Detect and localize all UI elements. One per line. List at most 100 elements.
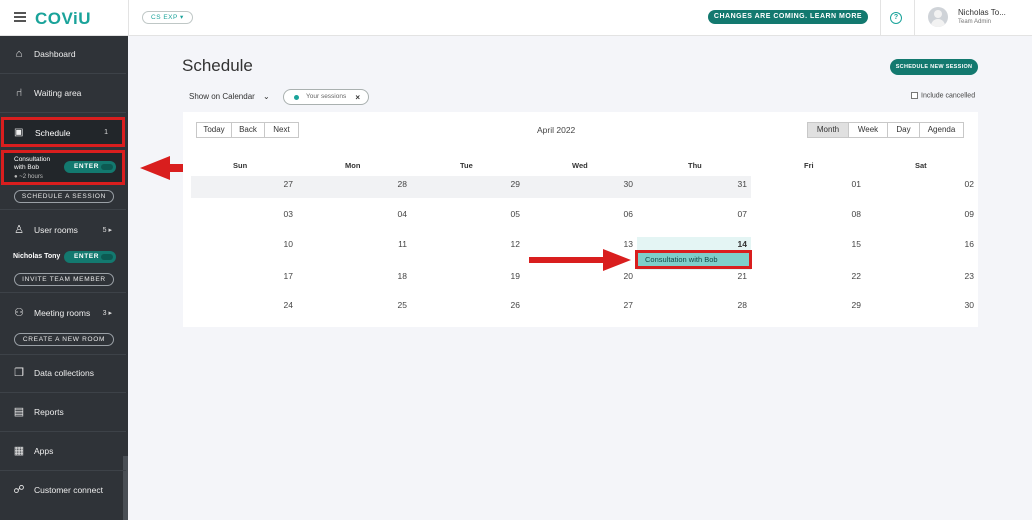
calendar-day[interactable]: 07 bbox=[727, 209, 747, 219]
sidebar-item-label: Schedule bbox=[35, 128, 71, 138]
calendar-day[interactable]: 23 bbox=[954, 271, 974, 281]
changes-coming-button[interactable]: CHANGES ARE COMING. LEARN MORE bbox=[708, 10, 868, 24]
weekday-header: Wed bbox=[572, 161, 588, 170]
calendar-day[interactable]: 01 bbox=[841, 179, 861, 189]
weekday-header: Mon bbox=[345, 161, 361, 170]
calendar-day[interactable]: 08 bbox=[841, 209, 861, 219]
create-room-button[interactable]: CREATE A NEW ROOM bbox=[14, 333, 114, 346]
month-label: April 2022 bbox=[537, 125, 576, 135]
calendar-day[interactable]: 14 bbox=[727, 239, 747, 249]
enter-room-button[interactable]: ENTER bbox=[64, 251, 116, 263]
close-icon[interactable]: × bbox=[355, 93, 360, 102]
sidebar-item-reports[interactable]: ▤ Reports bbox=[0, 394, 126, 432]
weekday-header: Thu bbox=[688, 161, 702, 170]
divider bbox=[880, 0, 881, 36]
weekday-header: Tue bbox=[460, 161, 473, 170]
calendar-day[interactable]: 24 bbox=[273, 300, 293, 310]
environment-selector[interactable]: CS EXP ▾ bbox=[142, 11, 193, 24]
calendar-day[interactable]: 30 bbox=[954, 300, 974, 310]
sidebar-item-label: Meeting rooms bbox=[34, 308, 91, 318]
schedule-session-button[interactable]: SCHEDULE A SESSION bbox=[14, 190, 114, 203]
calendar-day[interactable]: 19 bbox=[500, 271, 520, 281]
annotation-arrow-right bbox=[529, 249, 631, 271]
week-view-button[interactable]: Week bbox=[848, 122, 888, 138]
calendar-day[interactable]: 29 bbox=[500, 179, 520, 189]
avatar[interactable] bbox=[928, 7, 948, 27]
sidebar-item-data-collections[interactable]: ❐ Data collections bbox=[0, 355, 126, 393]
calendar-event[interactable]: Consultation with Bob bbox=[635, 250, 752, 269]
schedule-new-session-button[interactable]: SCHEDULE NEW SESSION bbox=[890, 59, 978, 75]
session-time: ● ~2 hours bbox=[14, 174, 43, 180]
calendar-day[interactable]: 15 bbox=[841, 239, 861, 249]
next-button[interactable]: Next bbox=[264, 122, 299, 138]
invite-team-member-button[interactable]: INVITE TEAM MEMBER bbox=[14, 273, 114, 286]
calendar-day[interactable]: 26 bbox=[500, 300, 520, 310]
calendar-day[interactable]: 18 bbox=[387, 271, 407, 281]
help-icon[interactable]: ? bbox=[890, 12, 902, 24]
home-icon: ⌂ bbox=[15, 48, 23, 60]
divider bbox=[128, 0, 129, 36]
team-member-name: Nicholas Tony bbox=[13, 253, 61, 260]
calendar-day[interactable]: 28 bbox=[387, 179, 407, 189]
count-badge: 3 ▸ bbox=[102, 310, 112, 317]
session-title: Consultation with Bob bbox=[14, 156, 51, 171]
back-button[interactable]: Back bbox=[231, 122, 265, 138]
sidebar-item-label: Dashboard bbox=[34, 49, 76, 59]
calendar-day[interactable]: 29 bbox=[841, 300, 861, 310]
sidebar-item-label: Apps bbox=[34, 446, 54, 456]
calendar-day[interactable]: 22 bbox=[841, 271, 861, 281]
calendar-day[interactable]: 11 bbox=[387, 239, 407, 249]
your-sessions-filter[interactable]: Your sessions × bbox=[283, 89, 369, 105]
sidebar-item-schedule[interactable]: ▣ Schedule 1 bbox=[1, 117, 125, 147]
sidebar-item-user-rooms[interactable]: ♙ User rooms 5 ▸ bbox=[0, 212, 126, 250]
calendar-day[interactable]: 27 bbox=[613, 300, 633, 310]
calendar-view-buttons: Month Week Day Agenda bbox=[807, 122, 964, 138]
calendar-day[interactable]: 04 bbox=[387, 209, 407, 219]
chevron-down-icon[interactable]: ⌄ bbox=[263, 92, 270, 101]
calendar-day[interactable]: 21 bbox=[727, 271, 747, 281]
calendar-day[interactable]: 27 bbox=[273, 179, 293, 189]
today-button[interactable]: Today bbox=[196, 122, 232, 138]
divider bbox=[0, 209, 126, 210]
calendar-day[interactable]: 25 bbox=[387, 300, 407, 310]
count-badge: 5 ▸ bbox=[102, 227, 112, 234]
report-icon: ▤ bbox=[13, 406, 25, 418]
sidebar-item-label: Reports bbox=[34, 407, 64, 417]
toggle-icon bbox=[101, 254, 113, 260]
calendar-day[interactable]: 30 bbox=[613, 179, 633, 189]
calendar-day[interactable]: 28 bbox=[727, 300, 747, 310]
include-cancelled-checkbox[interactable]: Include cancelled bbox=[911, 92, 975, 99]
sidebar: ⌂ Dashboard ⑁ Waiting area ▣ Schedule 1 … bbox=[0, 36, 128, 520]
sidebar-item-meeting-rooms[interactable]: ⚇ Meeting rooms 3 ▸ bbox=[0, 295, 126, 333]
month-view-button[interactable]: Month bbox=[807, 122, 849, 138]
calendar-day[interactable]: 17 bbox=[273, 271, 293, 281]
calendar-day[interactable]: 31 bbox=[727, 179, 747, 189]
calendar-day[interactable]: 16 bbox=[954, 239, 974, 249]
apps-icon: ▦ bbox=[13, 445, 25, 457]
checkbox[interactable] bbox=[911, 92, 918, 99]
user-name[interactable]: Nicholas To... bbox=[958, 8, 1006, 17]
sidebar-item-apps[interactable]: ▦ Apps bbox=[0, 433, 126, 471]
show-on-calendar-dropdown[interactable]: Show on Calendar bbox=[189, 92, 255, 101]
calendar-day[interactable]: 12 bbox=[500, 239, 520, 249]
agenda-view-button[interactable]: Agenda bbox=[919, 122, 964, 138]
sidebar-item-label: Customer connect bbox=[34, 485, 103, 495]
calendar-day[interactable]: 03 bbox=[273, 209, 293, 219]
sidebar-item-dashboard[interactable]: ⌂ Dashboard bbox=[0, 36, 126, 74]
calendar-day[interactable]: 13 bbox=[613, 239, 633, 249]
calendar-day[interactable]: 09 bbox=[954, 209, 974, 219]
divider bbox=[0, 292, 126, 293]
logo[interactable]: COViU bbox=[35, 9, 91, 29]
calendar-day[interactable]: 06 bbox=[613, 209, 633, 219]
menu-icon[interactable] bbox=[14, 12, 26, 22]
calendar-day[interactable]: 02 bbox=[954, 179, 974, 189]
calendar-day[interactable]: 05 bbox=[500, 209, 520, 219]
day-view-button[interactable]: Day bbox=[887, 122, 920, 138]
enter-session-button[interactable]: ENTER bbox=[64, 161, 116, 173]
sidebar-item-label: Waiting area bbox=[34, 88, 82, 98]
top-bar: COViU CS EXP ▾ CHANGES ARE COMING. LEARN… bbox=[0, 0, 1032, 36]
sidebar-item-waiting-area[interactable]: ⑁ Waiting area bbox=[0, 75, 126, 113]
calendar-day[interactable]: 10 bbox=[273, 239, 293, 249]
sidebar-item-customer-connect[interactable]: ☍ Customer connect bbox=[0, 472, 126, 510]
user-icon: ♙ bbox=[14, 224, 24, 236]
